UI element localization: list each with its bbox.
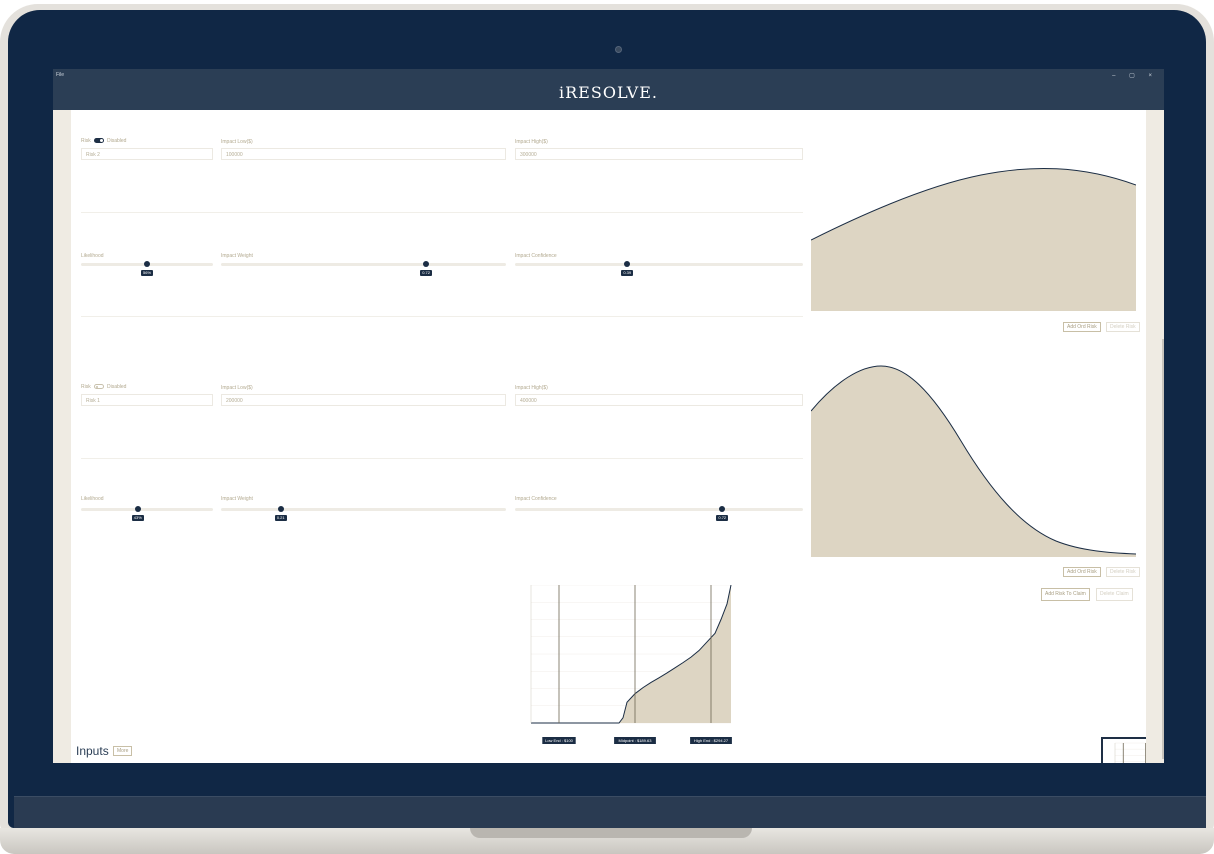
delete-claim-button[interactable]: Delete Claim <box>1096 588 1133 601</box>
impact-confidence-value: 0.39 <box>621 270 634 276</box>
camera <box>615 46 622 53</box>
inputs-title: Inputs <box>76 744 109 758</box>
risk-label: Risk <box>81 384 91 390</box>
risk-distribution-curve <box>811 167 1136 311</box>
delete-risk-button[interactable]: Delete Risk <box>1106 567 1140 577</box>
impact-confidence-label: Impact Confidence <box>515 496 557 502</box>
impact-weight-slider-thumb[interactable] <box>423 261 430 267</box>
divider <box>81 316 803 317</box>
risk-toggle[interactable] <box>94 384 104 389</box>
taskbar <box>14 796 1206 828</box>
impact-confidence-slider[interactable] <box>515 508 803 511</box>
impact-high-label: Impact High($) <box>515 385 548 391</box>
impact-confidence-slider[interactable] <box>515 263 803 266</box>
marker-label: Midpoint : $189.63 <box>614 737 656 744</box>
impact-low-input[interactable]: 200000 <box>221 394 506 406</box>
risk-status: Disabled <box>107 138 127 144</box>
impact-weight-slider[interactable] <box>221 263 506 266</box>
impact-confidence-slider-thumb[interactable] <box>719 506 726 512</box>
likelihood-slider[interactable] <box>81 508 213 511</box>
impact-confidence-value: 0.72 <box>716 515 729 521</box>
impact-high-input[interactable]: 400000 <box>515 394 803 406</box>
title-bar: File – ▢ × iRESOLVE. <box>53 69 1164 110</box>
add-risk-to-claim-button[interactable]: Add Risk To Claim <box>1041 588 1090 601</box>
impact-low-label: Impact Low($) <box>221 385 253 391</box>
impact-weight-slider-thumb[interactable] <box>277 506 284 512</box>
risk-status: Disabled <box>107 384 127 390</box>
window-controls[interactable]: – ▢ × <box>1112 72 1158 79</box>
svg-text:Low End : $100: Low End : $100 <box>545 738 574 743</box>
likelihood-value: 43% <box>131 515 144 521</box>
risk-toggle[interactable] <box>94 138 104 143</box>
risk-name-input[interactable]: Risk 2 <box>81 148 213 160</box>
likelihood-value: 56% <box>141 270 154 276</box>
likelihood-label: Likelihood <box>81 496 104 502</box>
app-window: File – ▢ × iRESOLVE. Risk Disabled Risk … <box>53 69 1164 763</box>
likelihood-slider-thumb[interactable] <box>134 506 141 512</box>
delete-risk-button[interactable]: Delete Risk <box>1106 322 1140 332</box>
impact-weight-label: Impact Weight <box>221 496 253 502</box>
divider <box>81 212 803 213</box>
risk-label: Risk <box>81 138 91 144</box>
add-ord-risk-button[interactable]: Add Ord Risk <box>1063 567 1101 577</box>
impact-low-input[interactable]: 100000 <box>221 148 506 160</box>
impact-weight-slider[interactable] <box>221 508 506 511</box>
likelihood-label: Likelihood <box>81 253 104 259</box>
svg-text:High End : $294.27: High End : $294.27 <box>694 738 729 743</box>
main-content: Risk Disabled Risk 2 Impact Low($) 10000… <box>71 110 1164 763</box>
cumulative-chart: Low End : $100 Midpoint : $189.63 High End… <box>530 585 732 744</box>
impact-weight-value: 0.21 <box>274 515 287 521</box>
impact-high-label: Impact High($) <box>515 139 548 145</box>
menu-file[interactable]: File <box>56 72 64 78</box>
laptop-notch <box>470 828 752 838</box>
impact-weight-value: 0.72 <box>420 270 432 276</box>
risk-distribution-curve <box>811 365 1136 557</box>
impact-confidence-label: Impact Confidence <box>515 253 557 259</box>
divider <box>81 458 803 459</box>
risk-name-input[interactable]: Risk 1 <box>81 394 213 406</box>
svg-text:Midpoint : $189.63: Midpoint : $189.63 <box>619 738 653 743</box>
impact-weight-label: Impact Weight <box>221 253 253 259</box>
more-button[interactable]: More <box>113 746 133 756</box>
scrollbar-thumb[interactable] <box>1162 339 1164 759</box>
impact-low-label: Impact Low($) <box>221 139 253 145</box>
marker-label: Low End : $100 <box>542 737 576 744</box>
likelihood-slider-thumb[interactable] <box>144 261 150 267</box>
impact-confidence-slider-thumb[interactable] <box>624 261 631 267</box>
app-brand: iRESOLVE. <box>559 83 658 102</box>
marker-label: High End : $294.27 <box>690 737 732 744</box>
add-ord-risk-button[interactable]: Add Ord Risk <box>1063 322 1101 332</box>
impact-high-input[interactable]: 300000 <box>515 148 803 160</box>
